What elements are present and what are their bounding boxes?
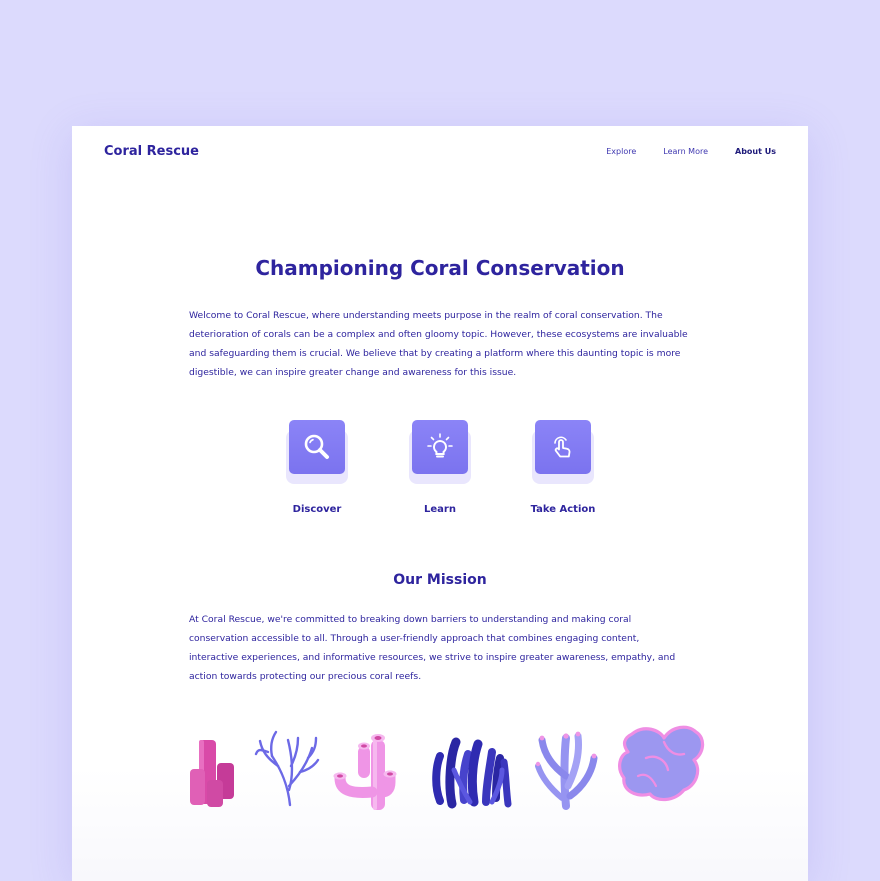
pink-pipe-coral-icon (333, 734, 397, 810)
blue-branch-coral-icon (254, 730, 320, 807)
lavender-staghorn-coral-icon (535, 731, 598, 810)
main-card: Coral Rescue Explore Learn More About Us… (72, 126, 808, 881)
purple-plate-coral-icon (618, 725, 705, 802)
coral-illustrations (190, 725, 705, 810)
navy-finger-coral-icon (432, 737, 512, 809)
pink-tube-coral-icon (190, 740, 234, 807)
